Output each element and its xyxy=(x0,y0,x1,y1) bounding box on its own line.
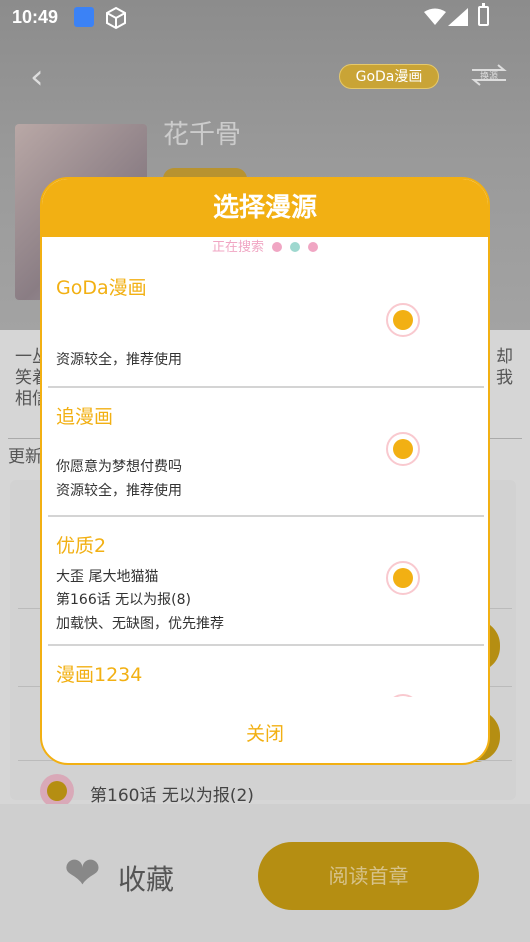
source-desc-line: 资源较全，推荐使用 xyxy=(56,352,182,368)
source-radio-button[interactable] xyxy=(386,561,420,595)
app-notification-icon xyxy=(74,7,94,27)
source-item[interactable]: GoDa漫画 资源较全，推荐使用 xyxy=(48,259,484,388)
source-desc-line: 大歪 尾大地猫猫 xyxy=(56,569,159,585)
loading-dot-icon xyxy=(290,242,300,252)
searching-indicator: 正在搜索 xyxy=(42,237,488,259)
source-desc-line: 第166话 无以为报(8) xyxy=(56,592,192,608)
signal-icon xyxy=(448,8,468,26)
source-item[interactable]: 优质2 大歪 尾大地猫猫 第166话 无以为报(8) 加载快、无缺图，优先推荐 xyxy=(48,517,484,646)
source-name: 漫画1234 xyxy=(56,664,143,686)
source-list[interactable]: GoDa漫画 资源较全，推荐使用 追漫画 你愿意为梦想付费吗 资源较全，推荐使用… xyxy=(48,259,484,697)
status-bar: 10:49 xyxy=(0,0,530,36)
source-radio-button[interactable] xyxy=(386,303,420,337)
status-time: 10:49 xyxy=(12,7,59,27)
loading-dot-icon xyxy=(272,242,282,252)
dialog-title: 选择漫源 xyxy=(42,179,488,237)
loading-dot-icon xyxy=(308,242,318,252)
cube-icon xyxy=(106,6,126,30)
wifi-icon xyxy=(424,8,446,25)
source-radio-button[interactable] xyxy=(386,432,420,466)
source-name: 优质2 xyxy=(56,535,107,557)
source-desc-line: 加载快、无缺图，优先推荐 xyxy=(56,616,224,632)
battery-icon xyxy=(478,3,489,26)
source-name: GoDa漫画 xyxy=(56,277,147,299)
select-source-dialog: 选择漫源 正在搜索 GoDa漫画 资源较全，推荐使用 追漫画 你愿意为梦想付费吗… xyxy=(40,177,490,765)
source-item[interactable]: 漫画1234 xyxy=(48,646,484,697)
source-name: 追漫画 xyxy=(56,406,114,428)
close-button[interactable]: 关闭 xyxy=(42,719,488,746)
source-item[interactable]: 追漫画 你愿意为梦想付费吗 资源较全，推荐使用 xyxy=(48,388,484,517)
source-desc-line: 你愿意为梦想付费吗 xyxy=(56,459,182,475)
source-radio-button[interactable] xyxy=(386,694,420,697)
searching-label: 正在搜索 xyxy=(211,240,264,255)
source-desc-line: 资源较全，推荐使用 xyxy=(56,483,182,499)
